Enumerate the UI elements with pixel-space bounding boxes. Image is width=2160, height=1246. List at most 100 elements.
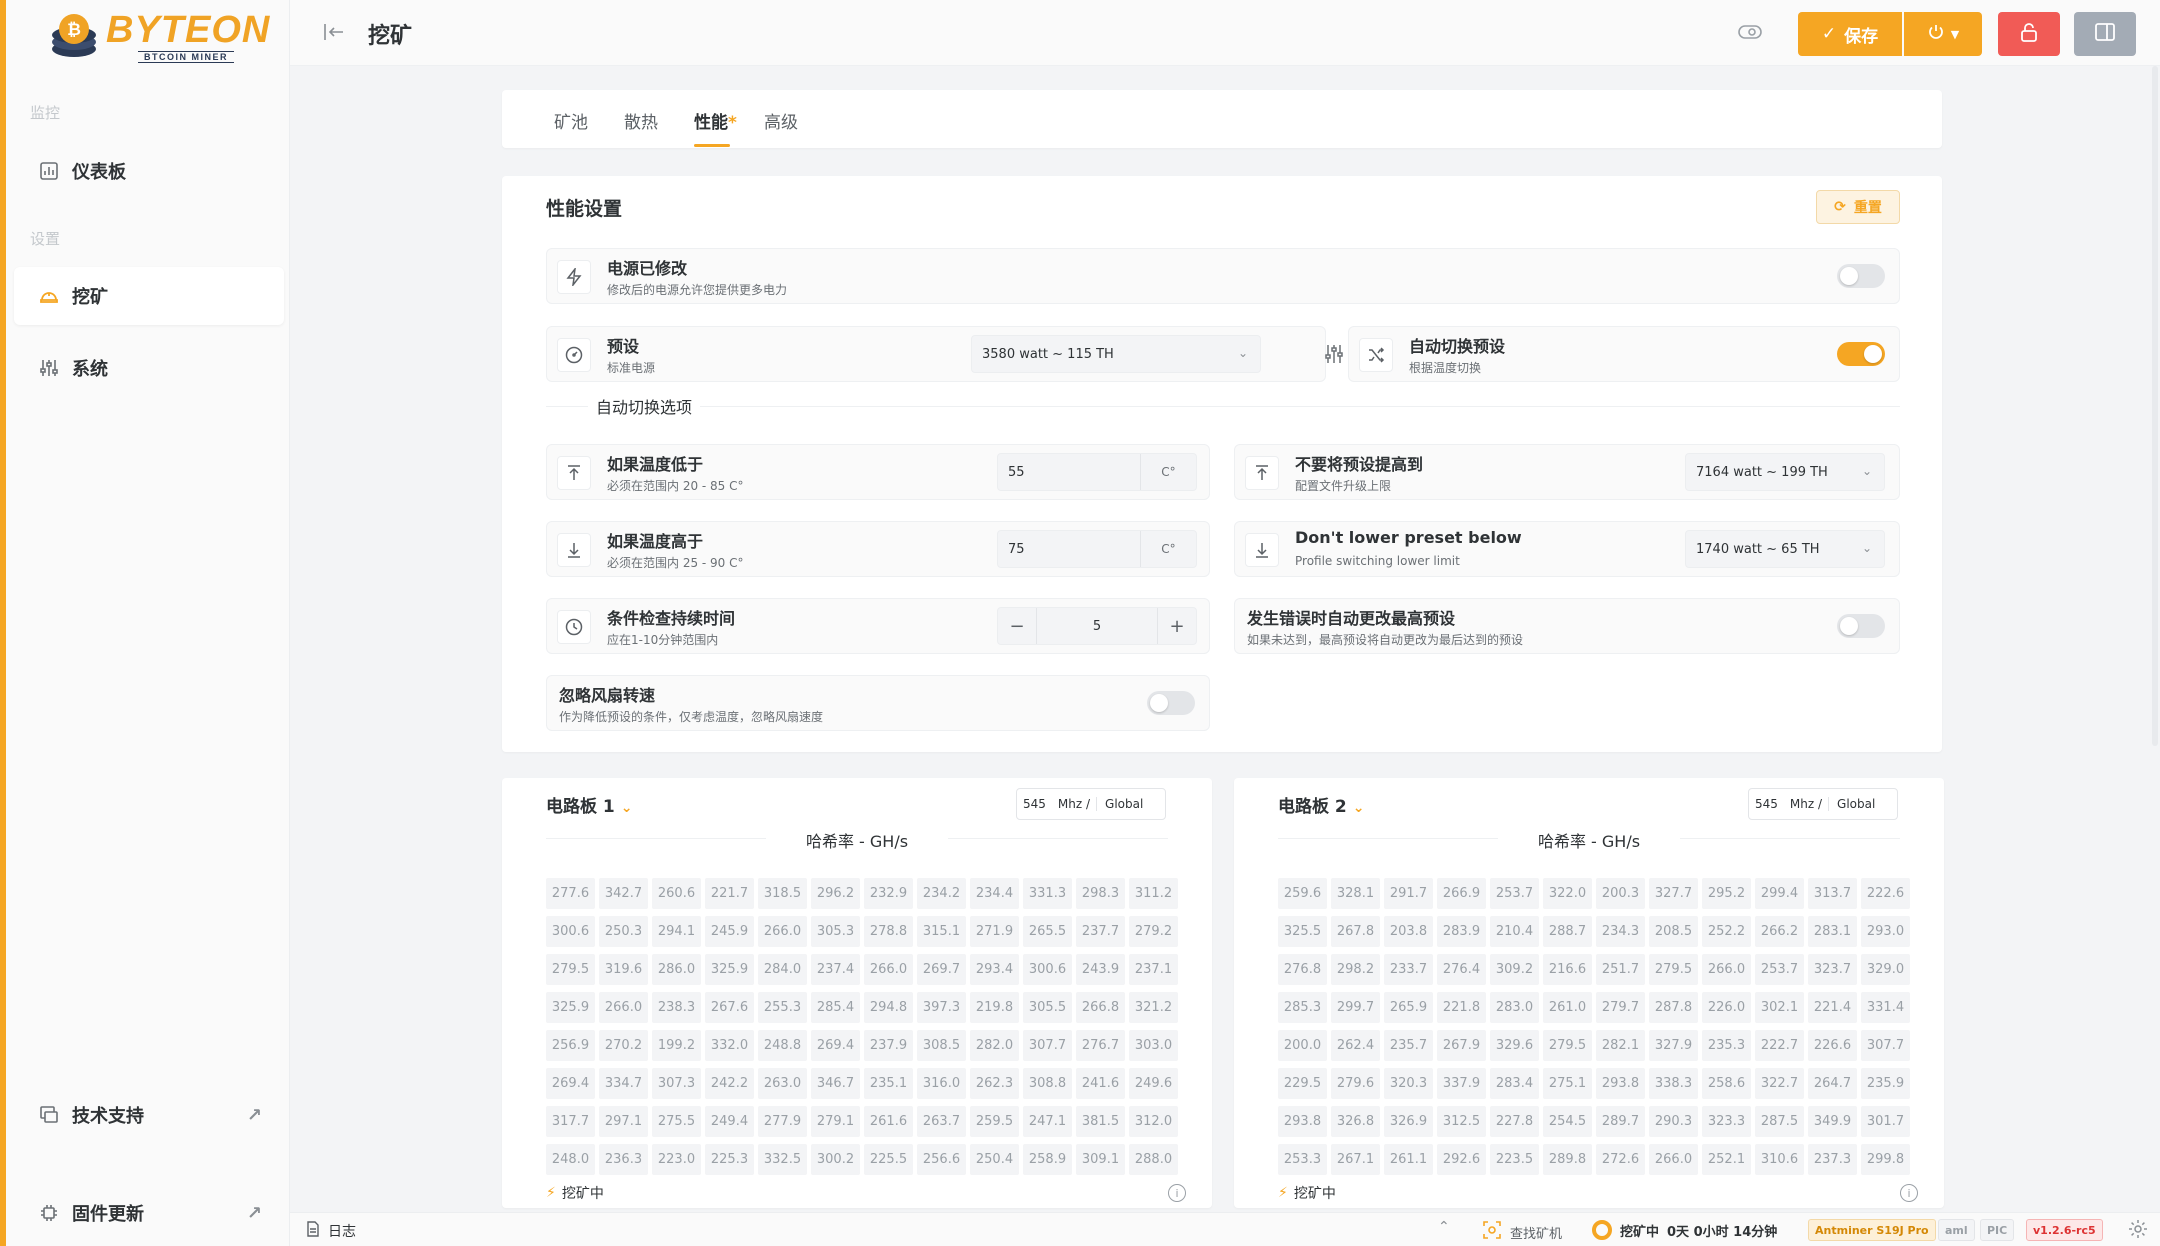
hashrate-cell: 285.3 — [1278, 992, 1327, 1023]
increment-button[interactable]: + — [1158, 608, 1196, 644]
hashrate-cell: 253.7 — [1755, 954, 1804, 985]
visibility-toggle-icon[interactable] — [1738, 22, 1762, 46]
frequency-display[interactable]: 545 Mhz / Global — [1016, 788, 1166, 820]
setting-title: 发生错误时自动更改最高预设 — [1247, 609, 1456, 628]
lock-button[interactable] — [1998, 12, 2060, 56]
panel-toggle-button[interactable] — [2074, 12, 2136, 56]
decrement-button[interactable]: − — [998, 608, 1036, 644]
info-icon[interactable]: i — [1168, 1184, 1186, 1202]
board-title[interactable]: 电路板 2 ⌄ — [1278, 792, 1364, 817]
sidebar-item-system[interactable]: 系统 — [14, 339, 284, 397]
page-scrollbar[interactable] — [2152, 66, 2158, 746]
select-value: 7164 watt ~ 199 TH — [1696, 464, 1828, 480]
chart-icon — [38, 160, 60, 182]
hashrate-cell: 294.8 — [864, 992, 913, 1023]
max-preset-select[interactable]: 7164 watt ~ 199 TH ⌄ — [1685, 453, 1885, 491]
info-icon[interactable]: i — [1900, 1184, 1918, 1202]
psu-modified-row: 电源已修改 修改后的电源允许您提供更多电力 — [546, 248, 1900, 304]
on-error-toggle[interactable] — [1837, 614, 1885, 638]
support-icon — [38, 1104, 60, 1126]
tune-icon[interactable] — [1323, 343, 1345, 369]
hashrate-cell: 219.8 — [970, 992, 1019, 1023]
hashrate-cell: 253.7 — [1490, 878, 1539, 909]
hashrate-cell: 266.2 — [1755, 916, 1804, 947]
hashrate-cell: 237.7 — [1076, 916, 1125, 947]
locate-icon — [1482, 1220, 1502, 1244]
auto-switch-toggle[interactable] — [1837, 342, 1885, 366]
ignore-fan-row: 忽略风扇转速 作为降低预设的条件，仅考虑温度，忽略风扇速度 — [546, 675, 1210, 731]
brand-logo[interactable]: ₿ BYTEON BTCOIN MINER — [48, 8, 269, 66]
sidebar-item-dashboard[interactable]: 仪表板 — [14, 142, 284, 200]
hashrate-cell: 331.4 — [1861, 992, 1910, 1023]
preset-select[interactable]: 3580 watt ~ 115 TH ⌄ — [971, 335, 1261, 373]
hashrate-cell: 270.2 — [599, 1030, 648, 1061]
min-preset-select[interactable]: 1740 watt ~ 65 TH ⌄ — [1685, 530, 1885, 568]
sidebar-item-mining[interactable]: 挖矿 — [14, 267, 284, 325]
hashrate-cell: 334.7 — [599, 1068, 648, 1099]
hashrate-cell: 249.4 — [705, 1106, 754, 1137]
preset-value: 3580 watt ~ 115 TH — [982, 346, 1114, 362]
temp-above-input[interactable]: 75 C° — [997, 530, 1197, 568]
active-tab-indicator — [694, 144, 730, 147]
chevron-up-icon[interactable]: ⌃ — [1438, 1219, 1450, 1235]
tab-pool[interactable]: 矿池 — [554, 108, 588, 133]
arrow-down-to-line-icon — [557, 533, 591, 567]
find-miner-button[interactable]: 查找矿机 — [1482, 1220, 1562, 1244]
board-title[interactable]: 电路板 1 ⌄ — [546, 792, 632, 817]
hashrate-cell: 232.9 — [864, 878, 913, 909]
sidebar-item-support[interactable]: 技术支持 ↗ — [14, 1086, 284, 1144]
hashrate-cell: 297.1 — [599, 1106, 648, 1137]
temp-below-input[interactable]: 55 C° — [997, 453, 1197, 491]
hashrate-cell: 248.0 — [546, 1144, 595, 1175]
ignore-fan-toggle[interactable] — [1147, 691, 1195, 715]
external-link-icon: ↗ — [246, 1202, 262, 1224]
arrow-up-to-line-icon — [557, 456, 591, 490]
reset-button[interactable]: ⟳ 重置 — [1816, 190, 1900, 224]
hashrate-cell: 291.7 — [1384, 878, 1433, 909]
setting-title: 不要将预设提高到 — [1295, 455, 1424, 474]
hashrate-cell: 266.0 — [864, 954, 913, 985]
hashrate-cell: 278.8 — [864, 916, 913, 947]
sidebar-item-firmware[interactable]: 固件更新 ↗ — [14, 1184, 284, 1242]
svg-text:₿: ₿ — [67, 20, 81, 40]
hashrate-cell: 381.5 — [1076, 1106, 1125, 1137]
hashrate-cell: 286.0 — [652, 954, 701, 985]
bolt-icon: ⚡ — [546, 1185, 556, 1201]
hashrate-cell: 252.1 — [1702, 1144, 1751, 1175]
setting-title: 如果温度高于 — [607, 532, 704, 551]
tab-cooling[interactable]: 散热 — [624, 108, 658, 133]
hashrate-cell: 269.4 — [546, 1068, 595, 1099]
hashrate-cell: 287.5 — [1755, 1106, 1804, 1137]
hashrate-cell: 279.1 — [811, 1106, 860, 1137]
hashrate-cell: 301.7 — [1861, 1106, 1910, 1137]
hashrate-cell: 221.7 — [705, 878, 754, 909]
frequency-display[interactable]: 545 Mhz / Global — [1748, 788, 1898, 820]
setting-subtitle: 修改后的电源允许您提供更多电力 — [607, 283, 788, 297]
hashrate-cell: 293.4 — [970, 954, 1019, 985]
hashrate-cell: 265.9 — [1384, 992, 1433, 1023]
hashrate-cell: 251.7 — [1596, 954, 1645, 985]
board-status-label: 挖矿中 — [561, 1186, 604, 1202]
hashrate-cell: 238.3 — [652, 992, 701, 1023]
frequency-unit: Mhz / — [1057, 797, 1091, 811]
hashrate-cell: 325.5 — [1278, 916, 1327, 947]
hashrate-cell: 210.4 — [1490, 916, 1539, 947]
panel-icon — [2095, 23, 2115, 45]
gear-icon[interactable] — [2128, 1219, 2148, 1243]
status-bar: 日志 ⌃ 查找矿机 挖矿中 0天 0小时 14分钟 Antminer S19J … — [290, 1212, 2160, 1246]
stepper-value[interactable]: 5 — [1036, 608, 1158, 644]
tab-advanced[interactable]: 高级 — [764, 108, 798, 133]
collapse-sidebar-icon[interactable] — [322, 20, 346, 50]
hashrate-cell: 288.0 — [1129, 1144, 1178, 1175]
chevron-down-icon: ⌄ — [620, 800, 633, 816]
save-button[interactable]: ✓ 保存 — [1798, 12, 1902, 56]
psu-modified-toggle[interactable] — [1837, 264, 1885, 288]
power-menu-button[interactable]: ▼ — [1904, 12, 1982, 56]
hardhat-icon — [38, 285, 60, 307]
hashrate-cell: 256.9 — [546, 1030, 595, 1061]
check-icon: ✓ — [1821, 24, 1837, 44]
tab-performance[interactable]: 性能* — [694, 108, 737, 133]
sidebar-section-monitor: 监控 — [30, 104, 61, 122]
hashrate-cell: 277.9 — [758, 1106, 807, 1137]
log-button[interactable]: 日志 — [306, 1221, 356, 1241]
